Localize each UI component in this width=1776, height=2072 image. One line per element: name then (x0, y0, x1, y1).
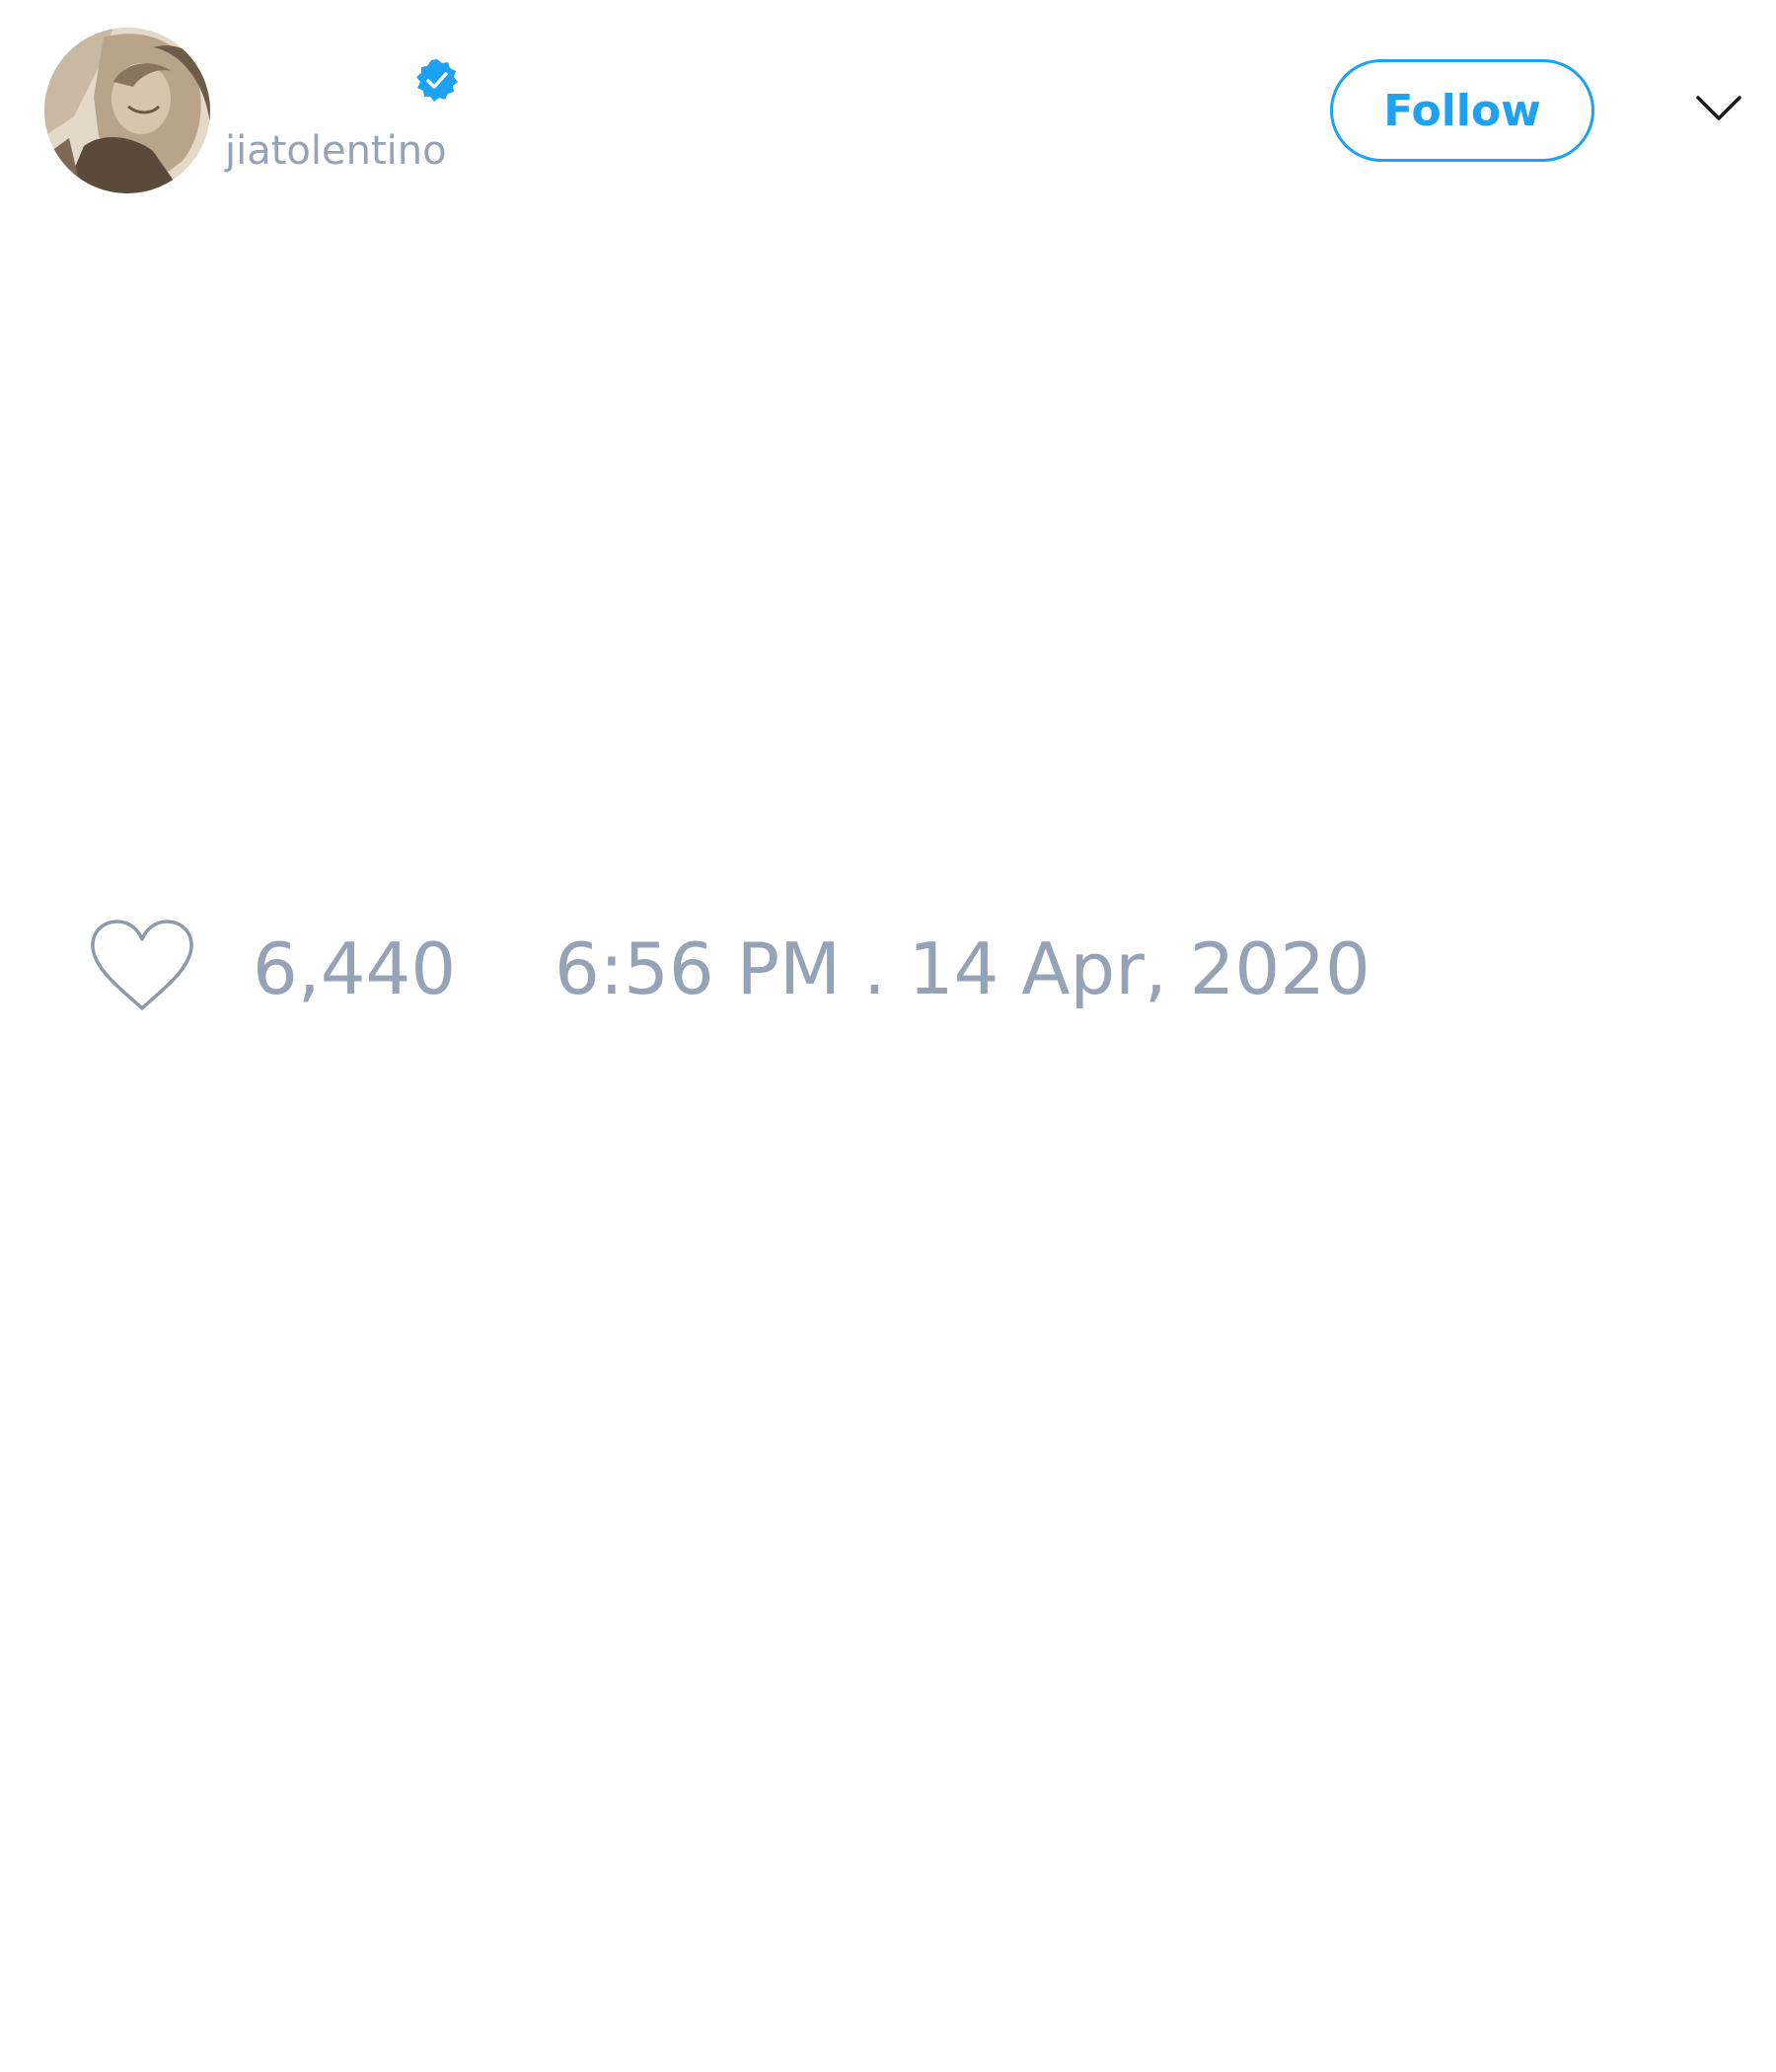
verified-badge-icon (416, 59, 458, 102)
like-count: 6,440 (253, 927, 457, 1010)
tweet-header: jiatolentino Follow (0, 0, 1776, 227)
avatar[interactable] (44, 28, 210, 193)
tweet-timestamp[interactable]: 6:56 PM . 14 Apr, 2020 (555, 927, 1370, 1010)
follow-button[interactable]: Follow (1330, 59, 1594, 162)
heart-icon[interactable] (89, 918, 195, 1014)
tweet-footer: 6,440 6:56 PM . 14 Apr, 2020 (0, 908, 1776, 1036)
avatar-image (44, 28, 210, 193)
user-handle[interactable]: jiatolentino (225, 126, 447, 176)
chevron-down-icon[interactable] (1695, 93, 1742, 124)
